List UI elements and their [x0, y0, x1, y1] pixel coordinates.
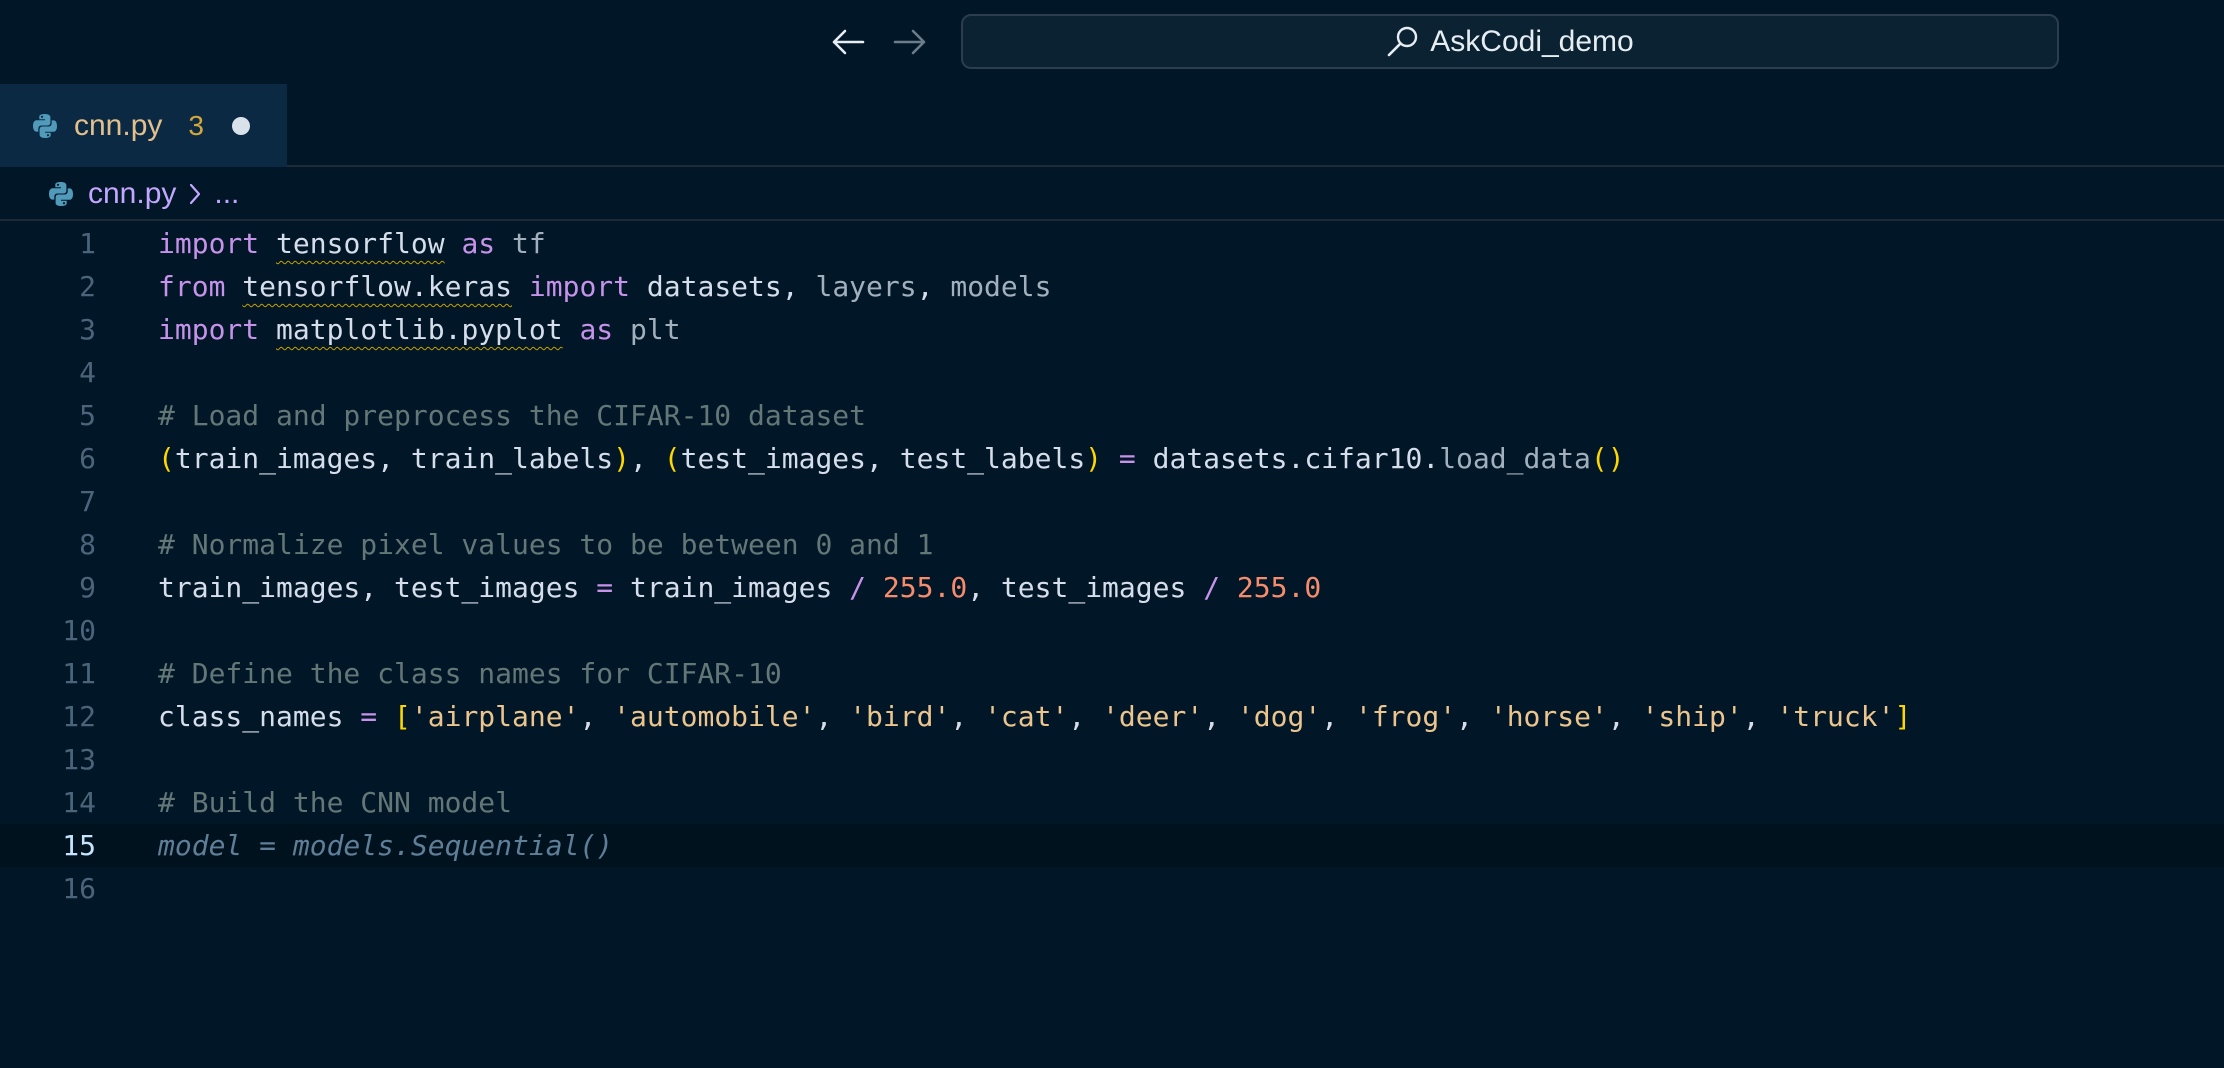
arrow-right-icon	[893, 29, 926, 55]
code-text: import matplotlib.pyplot as plt	[158, 313, 681, 346]
breadcrumb-symbols[interactable]: ...	[214, 177, 239, 211]
line-number: 8	[79, 528, 96, 561]
forward-button[interactable]	[890, 22, 930, 62]
breadcrumb: cnn.py ...	[0, 169, 2224, 221]
code-line[interactable]: 8 # Normalize pixel values to be between…	[0, 523, 2224, 566]
code-text: train_images, test_images = train_images…	[158, 571, 1322, 604]
code-editor[interactable]: 1 import tensorflow as tf 2 from tensorf…	[0, 222, 2224, 1068]
code-line[interactable]: 16	[0, 867, 2224, 910]
code-line[interactable]: 5 # Load and preprocess the CIFAR-10 dat…	[0, 394, 2224, 437]
code-text: class_names = ['airplane', 'automobile',…	[158, 700, 1912, 733]
line-number: 14	[62, 786, 96, 819]
line-number: 4	[79, 356, 96, 389]
line-number: 12	[62, 700, 96, 733]
code-comment: # Build the CNN model	[158, 786, 513, 819]
code-comment: # Define the class names for CIFAR-10	[158, 657, 782, 690]
code-line[interactable]: 12 class_names = ['airplane', 'automobil…	[0, 695, 2224, 738]
title-bar: AskCodi_demo	[0, 0, 2224, 84]
line-number: 11	[62, 657, 96, 690]
chevron-right-icon	[190, 183, 201, 205]
python-icon	[49, 182, 73, 206]
breadcrumb-file[interactable]: cnn.py	[88, 177, 176, 211]
code-text: import tensorflow as tf	[158, 227, 546, 260]
line-number: 16	[62, 872, 96, 905]
code-line[interactable]: 3 import matplotlib.pyplot as plt	[0, 308, 2224, 351]
arrow-left-icon	[832, 29, 865, 55]
code-line[interactable]: 14 # Build the CNN model	[0, 781, 2224, 824]
code-comment: # Normalize pixel values to be between 0…	[158, 528, 934, 561]
current-code-line[interactable]: 15 model = models.Sequential()	[0, 824, 2224, 867]
search-icon	[1387, 26, 1418, 56]
tab-cnn-py[interactable]: cnn.py 3	[0, 84, 287, 167]
code-line[interactable]: 13	[0, 738, 2224, 781]
code-line[interactable]: 7	[0, 480, 2224, 523]
line-number: 2	[79, 270, 96, 303]
code-line[interactable]: 11 # Define the class names for CIFAR-10	[0, 652, 2224, 695]
line-number: 9	[79, 571, 96, 604]
python-icon	[33, 113, 57, 138]
code-text: from tensorflow.keras import datasets, l…	[158, 270, 1052, 303]
line-number: 1	[79, 227, 96, 260]
line-number: 10	[62, 614, 96, 647]
ghost-suggestion[interactable]: model = models.Sequential()	[158, 829, 613, 862]
problem-count-badge: 3	[188, 109, 204, 141]
line-number: 3	[79, 313, 96, 346]
code-line[interactable]: 9 train_images, test_images = train_imag…	[0, 566, 2224, 609]
code-line[interactable]: 4	[0, 351, 2224, 394]
code-line[interactable]: 10	[0, 609, 2224, 652]
code-line[interactable]: 1 import tensorflow as tf	[0, 222, 2224, 265]
line-number: 6	[79, 442, 96, 475]
tab-label: cnn.py	[74, 108, 163, 142]
code-text: (train_images, train_labels), (test_imag…	[158, 442, 1625, 475]
line-number: 5	[79, 399, 96, 432]
line-number: 7	[79, 485, 96, 518]
code-comment: # Load and preprocess the CIFAR-10 datas…	[158, 399, 867, 432]
unsaved-dot-icon[interactable]	[231, 116, 250, 135]
line-number: 15	[62, 829, 96, 862]
code-line[interactable]: 2 from tensorflow.keras import datasets,…	[0, 265, 2224, 308]
tab-bar: cnn.py 3	[0, 84, 2224, 167]
line-number: 13	[62, 743, 96, 776]
code-line[interactable]: 6 (train_images, train_labels), (test_im…	[0, 437, 2224, 480]
search-label: AskCodi_demo	[1430, 24, 1634, 58]
back-button[interactable]	[828, 22, 868, 62]
command-center-search[interactable]: AskCodi_demo	[961, 14, 2059, 69]
